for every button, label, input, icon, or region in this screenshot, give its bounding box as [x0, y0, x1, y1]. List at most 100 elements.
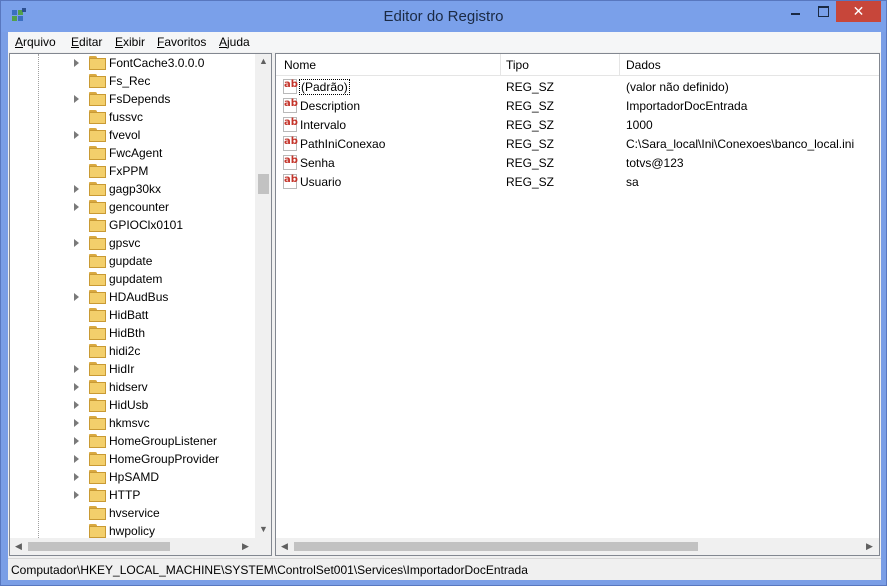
- string-value-icon: ab: [283, 155, 298, 170]
- value-row[interactable]: ab Usuario REG_SZ sa: [276, 173, 879, 192]
- expand-arrow-icon[interactable]: [74, 491, 79, 499]
- close-button[interactable]: ✕: [836, 1, 881, 22]
- tree-item[interactable]: HDAudBus: [10, 288, 255, 306]
- value-row[interactable]: ab PathIniConexao REG_SZ C:\Sara_local\Ini\…: [276, 135, 879, 154]
- scroll-left-icon[interactable]: ◀: [281, 541, 288, 552]
- scroll-right-icon[interactable]: ▶: [242, 541, 249, 552]
- menu-item[interactable]: Ajuda: [219, 35, 250, 49]
- list-header: Nome Tipo Dados: [276, 54, 879, 76]
- expand-arrow-icon[interactable]: [74, 131, 79, 139]
- column-separator[interactable]: [619, 54, 620, 76]
- folder-icon: [89, 308, 107, 322]
- column-header-name[interactable]: Nome: [284, 58, 316, 72]
- expand-arrow-icon[interactable]: [74, 59, 79, 67]
- column-separator[interactable]: [500, 54, 501, 76]
- tree-item[interactable]: fvevol: [10, 126, 255, 144]
- tree-item[interactable]: HTTP: [10, 486, 255, 504]
- tree-item[interactable]: HpSAMD: [10, 468, 255, 486]
- expand-arrow-icon[interactable]: [74, 185, 79, 193]
- close-icon: ✕: [852, 3, 865, 19]
- scroll-down-icon[interactable]: ▼: [259, 524, 268, 534]
- folder-icon: [89, 344, 107, 358]
- tree-item-label: hwpolicy: [109, 524, 156, 538]
- tree-item[interactable]: gencounter: [10, 198, 255, 216]
- value-row[interactable]: ab Senha REG_SZ totvs@123: [276, 154, 879, 173]
- tree-item[interactable]: HidUsb: [10, 396, 255, 414]
- folder-icon: [89, 506, 107, 520]
- tree-item-label: FwcAgent: [109, 146, 163, 160]
- tree-vertical-scrollbar[interactable]: ▲ ▼: [255, 54, 271, 538]
- tree-horizontal-scrollbar[interactable]: ◀ ▶: [10, 538, 255, 555]
- tree-item[interactable]: gpsvc: [10, 234, 255, 252]
- tree-item[interactable]: hvservice: [10, 504, 255, 522]
- tree-item[interactable]: hkmsvc: [10, 414, 255, 432]
- menu-item[interactable]: Editar: [71, 35, 102, 49]
- tree-horizontal-scroll-thumb[interactable]: [28, 542, 170, 551]
- expand-arrow-icon[interactable]: [74, 203, 79, 211]
- tree-item[interactable]: gupdatem: [10, 270, 255, 288]
- expand-arrow-icon[interactable]: [74, 473, 79, 481]
- value-row[interactable]: ab Description REG_SZ ImportadorDocEntrada: [276, 97, 879, 116]
- expand-arrow-icon[interactable]: [74, 95, 79, 103]
- expand-arrow-icon[interactable]: [74, 455, 79, 463]
- tree-vertical-scroll-thumb[interactable]: [258, 174, 269, 194]
- folder-icon: [89, 326, 107, 340]
- tree-item[interactable]: HidBth: [10, 324, 255, 342]
- menu-item[interactable]: Arquivo: [15, 35, 56, 49]
- value-row[interactable]: ab (Padrão) REG_SZ (valor não definido): [276, 78, 879, 97]
- tree-item[interactable]: FontCache3.0.0.0: [10, 54, 255, 72]
- minimize-button[interactable]: [781, 1, 809, 22]
- folder-icon: [89, 218, 107, 232]
- value-type: REG_SZ: [506, 137, 555, 151]
- scroll-right-icon[interactable]: ▶: [866, 541, 873, 552]
- folder-icon: [89, 56, 107, 70]
- expand-arrow-icon[interactable]: [74, 239, 79, 247]
- menu-item[interactable]: Favoritos: [157, 35, 206, 49]
- column-header-type[interactable]: Tipo: [506, 58, 529, 72]
- folder-icon: [89, 290, 107, 304]
- value-name: PathIniConexao: [300, 137, 386, 151]
- list-horizontal-scroll-thumb[interactable]: [294, 542, 698, 551]
- tree-item[interactable]: HidIr: [10, 360, 255, 378]
- menu-item[interactable]: Exibir: [115, 35, 145, 49]
- tree-item[interactable]: FwcAgent: [10, 144, 255, 162]
- list-horizontal-scrollbar[interactable]: ◀ ▶: [276, 538, 879, 555]
- value-row[interactable]: ab Intervalo REG_SZ 1000: [276, 116, 879, 135]
- value-data: sa: [626, 175, 639, 189]
- scroll-up-icon[interactable]: ▲: [259, 56, 268, 66]
- tree-item-label: HpSAMD: [109, 470, 160, 484]
- expand-arrow-icon[interactable]: [74, 383, 79, 391]
- tree-item[interactable]: HomeGroupListener: [10, 432, 255, 450]
- tree-item[interactable]: HomeGroupProvider: [10, 450, 255, 468]
- folder-icon: [89, 416, 107, 430]
- title-bar[interactable]: Editor do Registro ✕: [1, 1, 886, 32]
- expand-arrow-icon[interactable]: [74, 365, 79, 373]
- expand-arrow-icon[interactable]: [74, 401, 79, 409]
- value-type: REG_SZ: [506, 118, 555, 132]
- expand-arrow-icon[interactable]: [74, 419, 79, 427]
- scroll-left-icon[interactable]: ◀: [15, 541, 22, 552]
- tree-item-label: HomeGroupProvider: [109, 452, 220, 466]
- tree-item[interactable]: FsDepends: [10, 90, 255, 108]
- tree-item[interactable]: hidserv: [10, 378, 255, 396]
- expand-arrow-icon[interactable]: [74, 293, 79, 301]
- values-list-pane[interactable]: Nome Tipo Dados ab (Padrão) REG_SZ (valor n…: [275, 53, 880, 556]
- expand-arrow-icon[interactable]: [74, 437, 79, 445]
- tree-item[interactable]: Fs_Rec: [10, 72, 255, 90]
- maximize-button[interactable]: [809, 1, 836, 22]
- client-area: Arquivo Editar Exibir Favoritos Ajuda FontCa…: [8, 32, 881, 580]
- value-data: C:\Sara_local\Ini\Conexoes\banco_local.i…: [626, 137, 855, 151]
- key-tree-pane[interactable]: FontCache3.0.0.0 Fs_Rec FsDepends fussvc fve…: [9, 53, 272, 556]
- tree-item[interactable]: HidBatt: [10, 306, 255, 324]
- column-header-data[interactable]: Dados: [626, 58, 661, 72]
- tree-item-label: gencounter: [109, 200, 170, 214]
- tree-item[interactable]: GPIOClx0101: [10, 216, 255, 234]
- tree-item-label: gupdatem: [109, 272, 163, 286]
- tree-item[interactable]: gupdate: [10, 252, 255, 270]
- tree-item[interactable]: gagp30kx: [10, 180, 255, 198]
- tree-item[interactable]: hidi2c: [10, 342, 255, 360]
- folder-icon: [89, 236, 107, 250]
- tree-item[interactable]: FxPPM: [10, 162, 255, 180]
- folder-icon: [89, 272, 107, 286]
- tree-item[interactable]: fussvc: [10, 108, 255, 126]
